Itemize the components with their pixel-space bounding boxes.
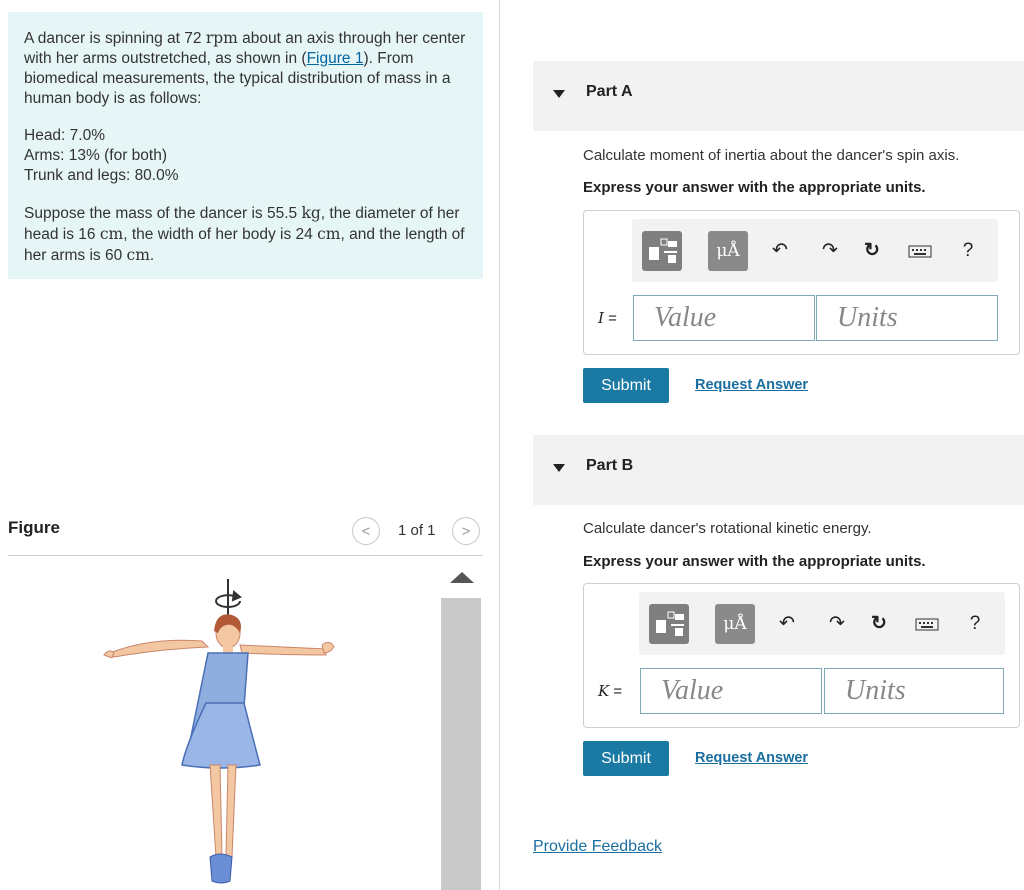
unit-kg: kg bbox=[301, 204, 321, 222]
unit-cm: cm bbox=[126, 246, 150, 264]
scroll-up-arrow-icon[interactable] bbox=[450, 572, 474, 583]
templates-button[interactable] bbox=[642, 231, 682, 271]
math-toolbar: μÅ ↶ ↷ ↻ ? bbox=[639, 592, 1005, 655]
undo-icon[interactable]: ↶ bbox=[775, 612, 799, 636]
templates-button[interactable] bbox=[649, 604, 689, 644]
undo-icon[interactable]: ↶ bbox=[768, 239, 792, 263]
mass-arms: Arms: 13% (for both) bbox=[24, 147, 167, 164]
mass-distribution: Head: 7.0% Arms: 13% (for both) Trunk an… bbox=[24, 126, 467, 186]
part-a-request-answer-link[interactable]: Request Answer bbox=[695, 377, 808, 393]
part-b-value-input[interactable] bbox=[640, 668, 822, 714]
keyboard-icon[interactable] bbox=[908, 239, 932, 270]
units-button[interactable]: μÅ bbox=[715, 604, 755, 644]
column-divider bbox=[499, 0, 500, 890]
givens-text-5: . bbox=[149, 247, 155, 264]
chevron-left-icon: < bbox=[361, 522, 371, 540]
part-b-title: Part B bbox=[586, 457, 634, 474]
figure-scrollbar[interactable] bbox=[441, 598, 481, 890]
redo-icon[interactable]: ↷ bbox=[825, 612, 849, 636]
part-b-variable-label: K = bbox=[598, 682, 622, 700]
part-b-units-input[interactable] bbox=[824, 668, 1004, 714]
rotation-arrow-icon bbox=[215, 579, 242, 615]
unit-rpm: rpm bbox=[205, 29, 238, 47]
prev-figure-button[interactable]: < bbox=[352, 517, 380, 545]
figure-title: Figure bbox=[8, 518, 60, 537]
keyboard-icon[interactable] bbox=[915, 612, 939, 643]
collapse-triangle-icon[interactable] bbox=[553, 464, 565, 472]
figure-divider bbox=[8, 555, 483, 556]
var-symbol: K bbox=[598, 682, 610, 700]
chevron-right-icon: > bbox=[461, 522, 471, 540]
part-b-submit-button[interactable]: Submit bbox=[583, 741, 669, 776]
problem-givens: Suppose the mass of the dancer is 55.5 k… bbox=[24, 203, 467, 266]
figure-link[interactable]: Figure 1 bbox=[307, 50, 364, 67]
part-a-variable-label: I = bbox=[598, 309, 617, 327]
part-b-question: Calculate dancer's rotational kinetic en… bbox=[583, 520, 872, 537]
part-a-answer-box: μÅ ↶ ↷ ↻ ? I = bbox=[583, 210, 1020, 355]
collapse-triangle-icon[interactable] bbox=[553, 90, 565, 98]
part-a-units-input[interactable] bbox=[816, 295, 998, 341]
part-b-request-answer-link[interactable]: Request Answer bbox=[695, 750, 808, 766]
redo-icon[interactable]: ↷ bbox=[818, 239, 842, 263]
dancer-illustration bbox=[103, 579, 335, 884]
part-a-title: Part A bbox=[586, 83, 633, 100]
templates-icon bbox=[656, 611, 684, 636]
intro-text: A dancer is spinning at 72 bbox=[24, 30, 206, 47]
figure-pager-text: 1 of 1 bbox=[398, 522, 436, 539]
unit-cm: cm bbox=[99, 225, 124, 243]
problem-statement: A dancer is spinning at 72 rpm about an … bbox=[8, 12, 483, 279]
unit-cm: cm bbox=[317, 225, 341, 243]
mass-trunk: Trunk and legs: 80.0% bbox=[24, 167, 179, 184]
part-b-instruction: Express your answer with the appropriate… bbox=[583, 553, 926, 570]
reset-icon[interactable]: ↻ bbox=[860, 239, 884, 263]
help-icon[interactable]: ? bbox=[956, 239, 980, 263]
mass-head: Head: 7.0% bbox=[24, 127, 105, 144]
part-a-header[interactable]: Part A bbox=[533, 61, 1024, 131]
givens-text-3: , the width of her body is 24 bbox=[123, 226, 318, 243]
math-toolbar: μÅ ↶ ↷ ↻ ? bbox=[632, 219, 998, 282]
problem-intro: A dancer is spinning at 72 rpm about an … bbox=[24, 28, 467, 109]
part-a-instruction: Express your answer with the appropriate… bbox=[583, 179, 926, 196]
part-a-value-input[interactable] bbox=[633, 295, 815, 341]
equals-sign: = bbox=[603, 310, 617, 327]
reset-icon[interactable]: ↻ bbox=[867, 612, 891, 636]
help-icon[interactable]: ? bbox=[963, 612, 987, 636]
givens-text: Suppose the mass of the dancer is 55.5 bbox=[24, 205, 302, 222]
part-b-header[interactable]: Part B bbox=[533, 435, 1024, 505]
templates-icon bbox=[649, 238, 677, 263]
equals-sign: = bbox=[609, 683, 623, 700]
next-figure-button[interactable]: > bbox=[452, 517, 480, 545]
part-a-submit-button[interactable]: Submit bbox=[583, 368, 669, 403]
units-button[interactable]: μÅ bbox=[708, 231, 748, 271]
provide-feedback-link[interactable]: Provide Feedback bbox=[533, 838, 662, 856]
part-b-answer-box: μÅ ↶ ↷ ↻ ? K = bbox=[583, 583, 1020, 728]
part-a-question: Calculate moment of inertia about the da… bbox=[583, 147, 960, 164]
